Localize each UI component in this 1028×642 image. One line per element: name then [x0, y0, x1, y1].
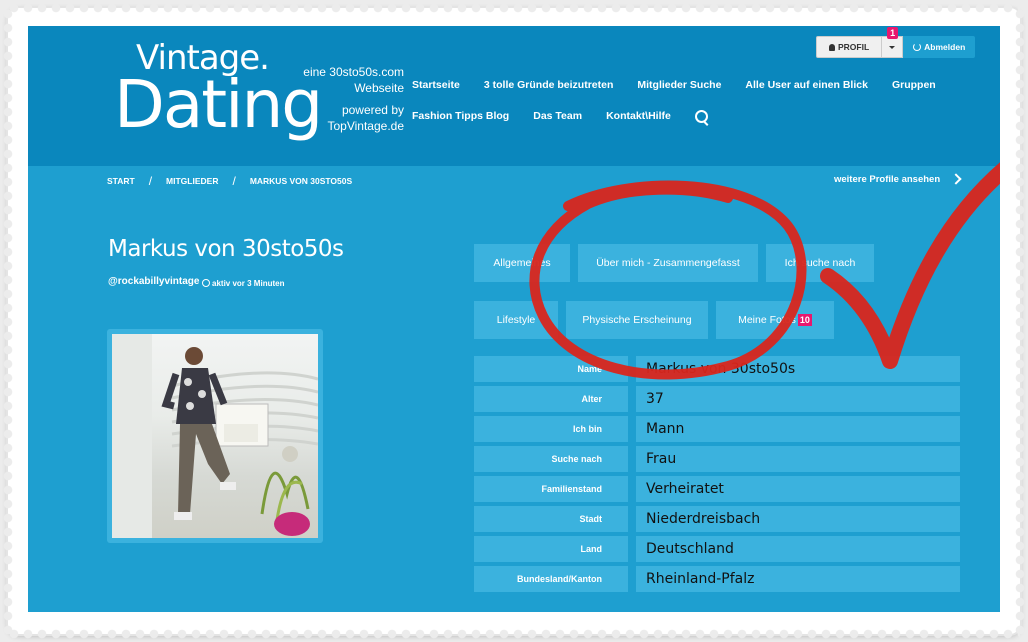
info-value: Niederdreisbach — [636, 506, 960, 532]
info-value: Frau — [636, 446, 960, 472]
profile-handle: @rockabillyvintage — [108, 276, 200, 287]
tab-meine-fotos-label: Meine Fotos — [738, 314, 796, 326]
main-nav: Startseite 3 tolle Gründe beizutreten Mi… — [412, 76, 972, 139]
info-row-ich-bin: Ich bin Mann — [474, 416, 960, 442]
tab-lifestyle[interactable]: Lifestyle — [474, 301, 558, 339]
info-value: Verheiratet — [636, 476, 960, 502]
logo-tagline: eine 30sto50s.com Webseite powered by To… — [284, 64, 404, 134]
web-page: Vintage. Dating eine 30sto50s.com Websei… — [28, 26, 1000, 612]
tab-meine-fotos[interactable]: Meine Fotos 10 — [716, 301, 834, 339]
chevron-right-icon[interactable] — [950, 173, 962, 185]
profile-photo-frame — [107, 329, 323, 543]
breadcrumb-members[interactable]: MITGLIEDER — [166, 176, 218, 186]
photos-count-badge: 10 — [797, 314, 812, 326]
breadcrumb-separator: / — [232, 174, 236, 188]
profile-button-label: PROFIL — [838, 42, 870, 52]
profile-dropdown-toggle[interactable]: 1 — [882, 27, 904, 58]
tab-physische-erscheinung[interactable]: Physische Erscheinung — [566, 301, 708, 339]
info-value: Deutschland — [636, 536, 960, 562]
nav-kontakt[interactable]: Kontakt\Hilfe — [606, 107, 671, 126]
logo-tagline-3: powered by — [341, 103, 404, 117]
profile-button[interactable]: PROFIL — [816, 36, 883, 58]
notification-badge: 1 — [887, 27, 899, 39]
info-row-suche-nach: Suche nach Frau — [474, 446, 960, 472]
info-label: Suche nach — [474, 446, 628, 472]
nav-team[interactable]: Das Team — [533, 107, 582, 126]
breadcrumb-separator: / — [148, 174, 153, 188]
info-row-bundesland: Bundesland/Kanton Rheinland-Pfalz — [474, 566, 960, 592]
nav-fashion-blog[interactable]: Fashion Tipps Blog — [412, 107, 509, 126]
logout-label: Abmelden — [924, 42, 966, 52]
info-value: 37 — [636, 386, 960, 412]
account-buttons: PROFIL 1 Abmelden — [816, 27, 976, 58]
tab-ich-suche[interactable]: Ich suche nach — [766, 244, 874, 282]
breadcrumb-current: MARKUS VON 30STO50S — [249, 176, 353, 186]
info-label: Name — [474, 356, 628, 382]
power-icon — [913, 43, 922, 51]
nav-search-button[interactable] — [694, 107, 708, 126]
info-row-stadt: Stadt Niederdreisbach — [474, 506, 960, 532]
info-value: Mann — [636, 416, 960, 442]
info-label: Land — [474, 536, 628, 562]
info-label: Stadt — [474, 506, 628, 532]
nav-mitglieder-suche[interactable]: Mitglieder Suche — [637, 76, 721, 94]
info-row-familienstand: Familienstand Verheiratet — [474, 476, 960, 502]
info-row-land: Land Deutschland — [474, 536, 960, 562]
nav-gruppen[interactable]: Gruppen — [892, 76, 936, 94]
nav-alle-user[interactable]: Alle User auf einen Blick — [745, 76, 868, 94]
nav-startseite[interactable]: Startseite — [412, 76, 460, 94]
breadcrumb-start[interactable]: START — [107, 176, 135, 186]
info-value: Rheinland-Pfalz — [636, 566, 960, 592]
info-label: Ich bin — [474, 416, 628, 442]
profile-name: Markus von 30sto50s — [108, 236, 344, 262]
user-icon — [829, 43, 835, 51]
last-active-text: aktiv vor 3 Minuten — [212, 279, 285, 288]
last-active-status: aktiv vor 3 Minuten — [202, 278, 284, 288]
nav-row-2: Fashion Tipps Blog Das Team Kontakt\Hilf… — [412, 107, 972, 126]
clock-icon — [202, 279, 210, 287]
info-label: Familienstand — [474, 476, 628, 502]
info-row-name: Name Markus von 30sto50s — [474, 356, 960, 382]
nav-gruende[interactable]: 3 tolle Gründe beizutreten — [484, 76, 614, 94]
info-row-alter: Alter 37 — [474, 386, 960, 412]
search-icon — [694, 110, 708, 123]
profile-photo-illustration — [112, 334, 318, 538]
logo-tagline-4: TopVintage.de — [327, 119, 404, 133]
more-profiles-link[interactable]: weitere Profile ansehen — [834, 174, 940, 185]
logo-tagline-1: eine 30sto50s.com — [303, 65, 404, 79]
nav-row-1: Startseite 3 tolle Gründe beizutreten Mi… — [412, 76, 972, 94]
tab-allgemeines[interactable]: Allgemeines — [474, 244, 570, 282]
info-label: Alter — [474, 386, 628, 412]
profile-photo[interactable] — [112, 334, 318, 538]
info-label: Bundesland/Kanton — [474, 566, 628, 592]
info-value: Markus von 30sto50s — [636, 356, 960, 382]
breadcrumb: START / MITGLIEDER / MARKUS VON 30STO50S — [107, 174, 352, 188]
logo-tagline-2: Webseite — [354, 81, 404, 95]
tab-ueber-mich[interactable]: Über mich - Zusammengefasst — [578, 244, 758, 282]
site-header: Vintage. Dating eine 30sto50s.com Websei… — [28, 26, 1000, 166]
logout-button[interactable]: Abmelden — [903, 36, 976, 58]
